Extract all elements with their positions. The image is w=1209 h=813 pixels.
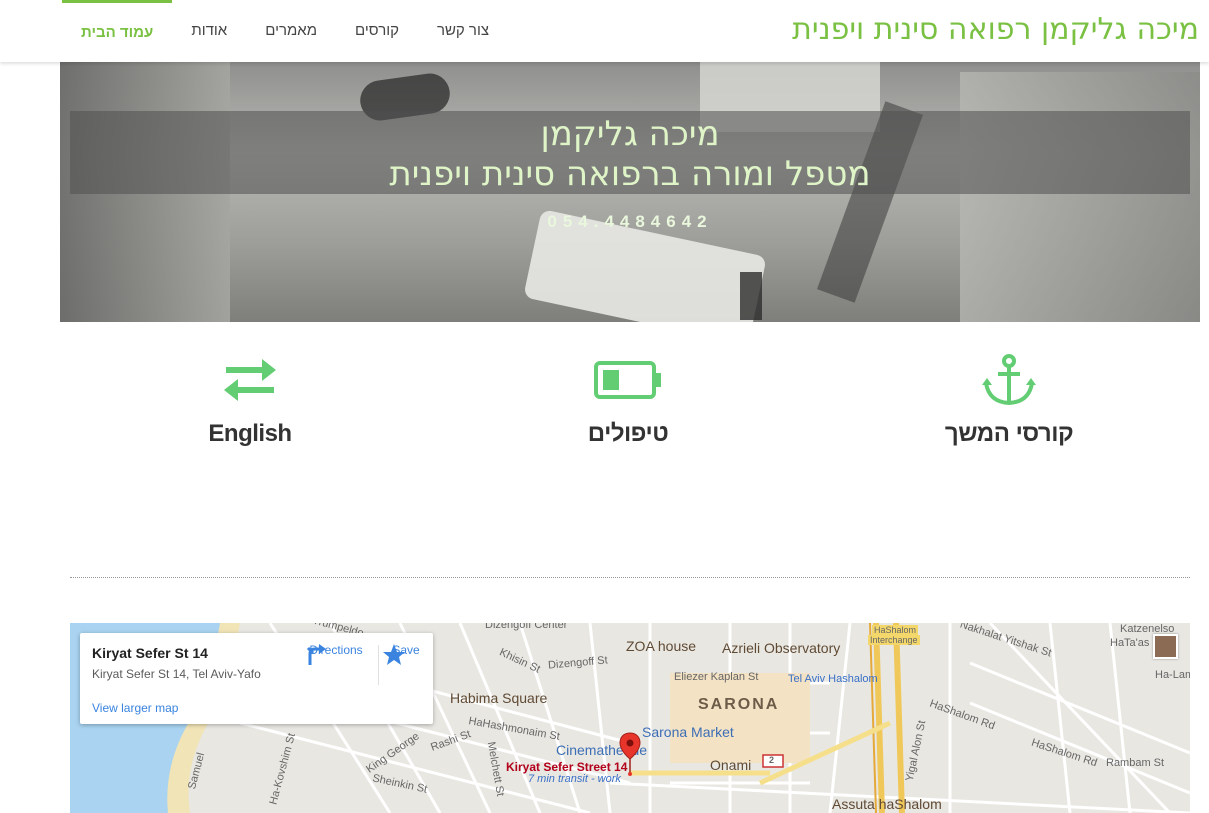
map-label: Habima Square (450, 690, 548, 706)
nav-item-articles[interactable]: מאמרים (246, 0, 336, 62)
map-label: ZOA house (626, 638, 697, 654)
map-label: Interchange (868, 635, 920, 645)
hero-phone: 054.4484642 (547, 212, 713, 231)
map-label: Eliezer Kaplan St (674, 671, 759, 683)
section-divider (70, 577, 1190, 578)
feature-treatments-label: טיפולים (587, 420, 669, 447)
main-nav: עמוד הבית אודות מאמרים קורסים צור קשר (62, 0, 508, 62)
map-label: 7 min transit - work (528, 773, 621, 785)
feature-courses[interactable]: קורסי המשך (859, 350, 1159, 448)
map-label: Assuta haShalom (832, 796, 942, 812)
nav-item-courses[interactable]: קורסים (336, 0, 418, 62)
exchange-arrows-icon (100, 350, 400, 410)
hero-name: מיכה גליקמן (540, 114, 720, 154)
feature-english-label: English (208, 420, 292, 447)
map-label: HaTa'as (1110, 637, 1150, 649)
star-icon (383, 644, 405, 665)
nav-item-about[interactable]: אודות (172, 0, 246, 62)
route-shield: 2 (769, 755, 775, 765)
site-title[interactable]: מיכה גליקמן רפואה סינית ויפנית (792, 12, 1199, 47)
nav-item-contact[interactable]: צור קשר (418, 0, 508, 62)
feature-courses-label: קורסי המשך (944, 420, 1074, 447)
map-label: Azrieli Observatory (722, 640, 841, 656)
map-label: Dizengoff Center (485, 623, 568, 631)
hero-subtitle: מטפל ומורה ברפואה סינית ויפנית (389, 154, 871, 194)
site-header: מיכה גליקמן רפואה סינית ויפנית עמוד הבית… (0, 0, 1209, 62)
view-larger-map-link[interactable]: View larger map (92, 701, 178, 715)
hero-bg-shape (960, 72, 1200, 322)
card-divider (378, 645, 379, 685)
place-address: Kiryat Sefer St 14, Tel Aviv-Yafo (92, 667, 261, 681)
map-label: Ha-Lame (1155, 669, 1190, 681)
map-label: Tel Aviv Hashalom (788, 673, 878, 685)
directions-button[interactable]: Directions (304, 643, 368, 665)
save-button[interactable]: Save (382, 643, 430, 665)
hero-bg-shape (740, 272, 762, 320)
feature-english[interactable]: English (100, 350, 400, 448)
map-label: HaShalom (872, 625, 919, 635)
feature-treatments[interactable]: טיפולים (478, 350, 778, 448)
map-label: Kiryat Sefer Street 14 (506, 760, 628, 774)
embedded-map[interactable]: Dizengoff Center Trumpeldo ZOA house Azr… (70, 623, 1190, 813)
nav-item-home[interactable]: עמוד הבית (62, 0, 173, 62)
battery-icon (478, 350, 778, 410)
map-info-card: Kiryat Sefer St 14 Kiryat Sefer St 14, T… (80, 633, 433, 724)
map-label: SARONA (698, 696, 780, 713)
map-label: Onami (710, 757, 752, 773)
hero-banner: מיכה גליקמן מטפל ומורה ברפואה סינית ויפנ… (60, 62, 1200, 322)
map-label: Sarona Market (642, 724, 734, 740)
map-label: Rambam St (1106, 757, 1165, 769)
avatar[interactable] (1153, 634, 1178, 659)
place-title: Kiryat Sefer St 14 (92, 645, 208, 661)
anchor-icon (859, 350, 1159, 410)
directions-icon (306, 644, 326, 665)
